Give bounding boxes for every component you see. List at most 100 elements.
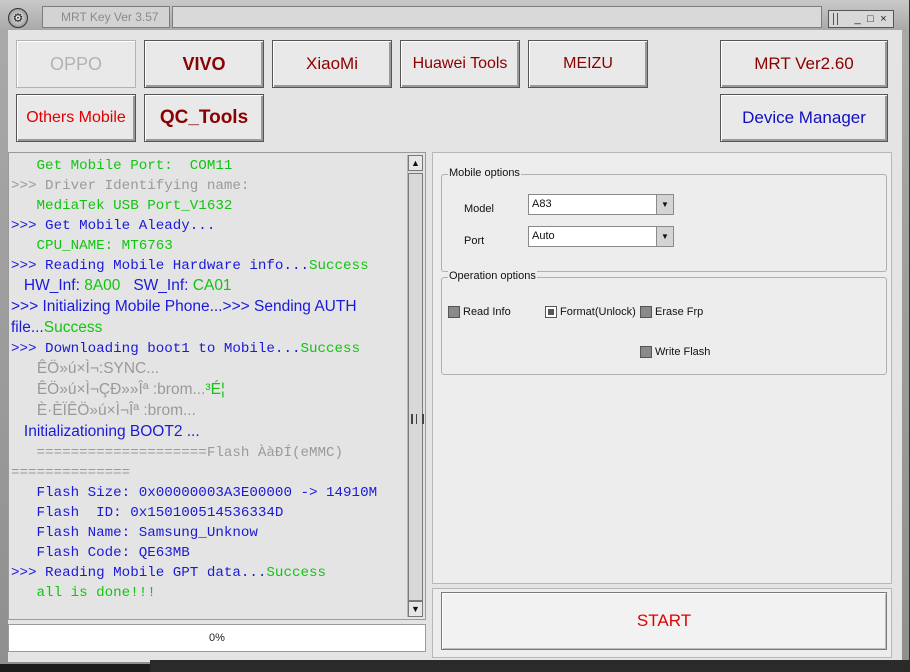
checkbox-checked-icon (545, 306, 557, 318)
log-text-segment: ============== (11, 465, 131, 481)
write-flash-checkbox[interactable]: Write Flash (640, 346, 710, 358)
log-text-segment: >>> Reading Mobile GPT data... (11, 565, 267, 581)
log-line: Flash Size: 0x00000003A3E00000 -> 14910M (11, 483, 406, 503)
log-text-segment: ³É¦ (205, 381, 225, 398)
model-label: Model (464, 203, 494, 215)
start-button[interactable]: START (441, 592, 887, 650)
port-label: Port (464, 235, 485, 247)
app-window: ⚙ MRT Key Ver 3.57 _ □ × OPPO VIVO XiaoM… (0, 0, 910, 664)
start-panel: START (432, 588, 892, 658)
log-line: >>> Reading Mobile Hardware info...Succe… (11, 256, 406, 276)
log-text-segment: ====================Flash ÀàĐÍ(eMMC) (11, 445, 344, 461)
erase-frp-label: Erase Frp (655, 306, 704, 318)
log-text-segment: Success (309, 258, 369, 274)
log-text-segment: >>> Initializing Mobile Phone...>>> Send… (11, 298, 357, 315)
close-icon[interactable]: × (878, 12, 889, 26)
read-info-checkbox[interactable]: Read Info (448, 306, 511, 318)
huawei-tools-button[interactable]: Huawei Tools (400, 40, 520, 88)
log-text-segment: file... (11, 319, 44, 336)
mrt-version-button[interactable]: MRT Ver2.60 (720, 40, 888, 88)
log-text-segment: all is done!!! (11, 585, 156, 601)
log-text-segment: Initializationing BOOT2 ... (11, 423, 200, 440)
log-output: Get Mobile Port: COM11 >>> Driver Identif… (11, 156, 406, 603)
meizu-button[interactable]: MEIZU (528, 40, 648, 88)
log-line: È·ÈÏÊÖ»ú×Ì¬Îª :brom... (11, 401, 406, 422)
port-select[interactable]: Auto ▼ (528, 226, 674, 247)
log-line: CPU_NAME: MT6763 (11, 236, 406, 256)
log-line: >>> Initializing Mobile Phone...>>> Send… (11, 297, 406, 318)
log-line: ====================Flash ÀàĐÍ(eMMC) (11, 443, 406, 463)
scroll-thumb[interactable] (408, 173, 424, 601)
log-text-segment: ÊÖ»ú×Ì¬:SYNC... (11, 360, 160, 377)
log-text-segment: Success (300, 341, 361, 357)
window-controls: _ □ × (828, 10, 894, 28)
log-line: ÊÖ»ú×Ì¬:SYNC... (11, 359, 406, 380)
log-line: >>> Driver Identifying name: (11, 176, 406, 196)
log-text-segment: Flash Size: 0x00000003A3E00000 -> 14910M (11, 485, 378, 501)
log-line: HW_Inf: 8A00 SW_Inf: CA01 (11, 276, 406, 297)
mobile-options-group: Mobile options Model A83 ▼ Port Auto ▼ (441, 167, 887, 272)
window-title: MRT Key Ver 3.57 (42, 6, 170, 28)
device-manager-button[interactable]: Device Manager (720, 94, 888, 142)
maximize-icon[interactable]: □ (865, 12, 876, 26)
log-line: file...Success (11, 318, 406, 339)
log-line: Flash ID: 0x150100514536334D (11, 503, 406, 523)
model-value: A83 (532, 198, 552, 210)
log-line: ÊÖ»ú×Ì¬ÇĐ»»Îª :brom...³É¦ (11, 380, 406, 401)
log-scrollbar[interactable]: ▲ ▼ (407, 155, 424, 617)
client-area: OPPO VIVO XiaoMi Huawei Tools MEIZU MRT … (8, 30, 902, 662)
log-line: >>> Reading Mobile GPT data...Success (11, 563, 406, 583)
window-controls-grip (833, 13, 838, 25)
minimize-icon[interactable]: _ (852, 12, 863, 26)
log-text-segment: Flash Code: QE63MB (11, 545, 190, 561)
log-text-segment: >>> Reading Mobile Hardware info... (11, 258, 309, 274)
scroll-up-icon[interactable]: ▲ (408, 155, 423, 171)
vivo-button[interactable]: VIVO (144, 40, 264, 88)
grip-icon (411, 414, 424, 424)
log-text-segment: Success (266, 565, 327, 581)
progress-label: 0% (209, 632, 225, 644)
log-text-segment: SW_Inf: (120, 277, 193, 294)
scroll-down-icon[interactable]: ▼ (408, 601, 423, 617)
log-text-segment: 8A00 (84, 277, 121, 294)
oppo-button[interactable]: OPPO (16, 40, 136, 88)
log-line: ============== (11, 463, 406, 483)
others-mobile-button[interactable]: Others Mobile (16, 94, 136, 142)
log-text-segment: CA01 (192, 277, 232, 294)
log-text-segment: Flash Name: Samsung_Unknow (11, 525, 258, 541)
operation-options-title: Operation options (448, 270, 537, 282)
log-text-segment: Success (43, 319, 103, 336)
log-line: >>> Get Mobile Aleady... (11, 216, 406, 236)
checkbox-icon (448, 306, 460, 318)
taskbar-strip (150, 660, 910, 672)
log-text-segment: MediaTek USB Port_V1632 (11, 198, 233, 214)
log-text-segment: >>> Downloading boot1 to Mobile... (11, 341, 301, 357)
format-unlock-label: Format(Unlock) (560, 306, 636, 318)
model-select[interactable]: A83 ▼ (528, 194, 674, 215)
log-line: all is done!!! (11, 583, 406, 603)
title-bar-fill (172, 6, 822, 28)
log-line: MediaTek USB Port_V1632 (11, 196, 406, 216)
chevron-down-icon[interactable]: ▼ (656, 227, 673, 246)
title-bar: ⚙ MRT Key Ver 3.57 _ □ × (0, 0, 910, 30)
chevron-down-icon[interactable]: ▼ (656, 195, 673, 214)
log-text-segment: Flash ID: 0x150100514536334D (11, 505, 284, 521)
xiaomi-button[interactable]: XiaoMi (272, 40, 392, 88)
progress-bar: 0% (8, 624, 426, 652)
log-text-segment: CPU_NAME: MT6763 (11, 238, 173, 254)
log-text-segment: HW_Inf: (11, 277, 85, 294)
qc-tools-button[interactable]: QC_Tools (144, 94, 264, 142)
app-icon[interactable]: ⚙ (8, 8, 28, 28)
erase-frp-checkbox[interactable]: Erase Frp (640, 306, 703, 318)
write-flash-label: Write Flash (655, 346, 711, 358)
read-info-label: Read Info (463, 306, 511, 318)
format-unlock-checkbox[interactable]: Format(Unlock) (545, 306, 636, 318)
log-line: Initializationing BOOT2 ... (11, 422, 406, 443)
log-line: >>> Downloading boot1 to Mobile...Succes… (11, 339, 406, 359)
mobile-options-title: Mobile options (448, 167, 521, 179)
port-value: Auto (532, 230, 555, 242)
checkbox-icon (640, 306, 652, 318)
log-text-segment: È·ÈÏÊÖ»ú×Ì¬Îª :brom... (11, 402, 196, 419)
operation-options-group: Operation options Read Info Format(Unloc… (441, 270, 887, 375)
log-panel[interactable]: Get Mobile Port: COM11 >>> Driver Identif… (8, 152, 426, 620)
